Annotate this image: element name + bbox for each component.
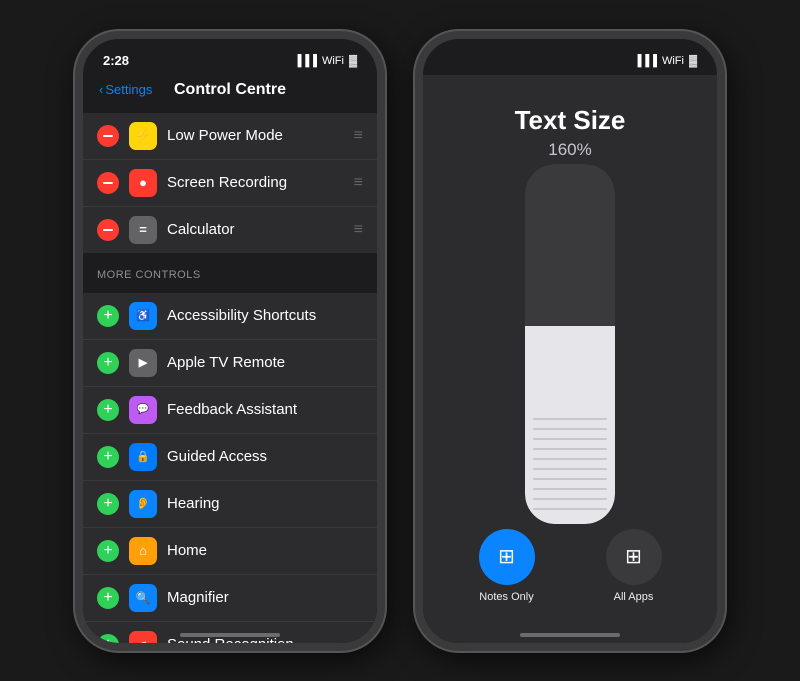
slider-line <box>533 508 607 510</box>
drag-handle-low-power[interactable]: ≡ <box>354 127 363 145</box>
status-bar-1: 2:28 ▐▐▐ WiFi ▓ <box>83 39 377 75</box>
more-controls-list: ♿ Accessibility Shortcuts ▶ Apple TV Rem… <box>83 293 377 643</box>
add-button-guided-access[interactable] <box>97 446 119 468</box>
control-name-home: Home <box>167 542 363 559</box>
battery-icon: ▓ <box>349 55 357 67</box>
nav-bar-1: ‹ Settings Control Centre <box>83 75 377 105</box>
low-power-icon: ⚡ <box>129 122 157 150</box>
home-indicator-1 <box>180 633 280 637</box>
text-size-percent: 160% <box>548 140 591 160</box>
slider-line <box>533 448 607 450</box>
text-size-title: Text Size <box>515 105 626 136</box>
add-button-hearing[interactable] <box>97 493 119 515</box>
control-name-feedback-assistant: Feedback Assistant <box>167 401 363 418</box>
screen-recording-icon: ● <box>129 169 157 197</box>
control-item-home[interactable]: ⌂ Home <box>83 528 377 575</box>
calculator-icon: = <box>129 216 157 244</box>
control-name-apple-tv-remote: Apple TV Remote <box>167 354 363 371</box>
notes-layers-icon: ⊞ <box>498 544 515 569</box>
guided-access-icon: 🔒 <box>129 443 157 471</box>
control-item-magnifier[interactable]: 🔍 Magnifier <box>83 575 377 622</box>
phone-2: ▐▐▐ WiFi ▓ Text Size 160% <box>415 31 725 651</box>
control-item-apple-tv-remote[interactable]: ▶ Apple TV Remote <box>83 340 377 387</box>
slider-line <box>533 428 607 430</box>
wifi-icon-2: WiFi <box>662 55 684 67</box>
wifi-icon: WiFi <box>322 55 344 67</box>
home-indicator-2 <box>520 633 620 637</box>
control-item-guided-access[interactable]: 🔒 Guided Access <box>83 434 377 481</box>
control-item-feedback-assistant[interactable]: 💬 Feedback Assistant <box>83 387 377 434</box>
hearing-icon: 👂 <box>129 490 157 518</box>
control-item-hearing[interactable]: 👂 Hearing <box>83 481 377 528</box>
slider-light-region <box>525 326 615 524</box>
notes-only-label: Notes Only <box>479 591 533 603</box>
remove-button-low-power[interactable] <box>97 125 119 147</box>
control-name-sound-recognition: Sound Recognition <box>167 636 363 643</box>
slider-line <box>533 498 607 500</box>
slider-line <box>533 468 607 470</box>
all-apps-circle: ⊞ <box>606 529 662 585</box>
more-controls-label: MORE CONTROLS <box>83 261 377 285</box>
add-button-accessibility[interactable] <box>97 305 119 327</box>
slider-line <box>533 438 607 440</box>
signal-icon: ▐▐▐ <box>294 55 317 67</box>
remove-button-screen-recording[interactable] <box>97 172 119 194</box>
control-name-calculator: Calculator <box>167 221 344 238</box>
add-button-sound-recognition[interactable] <box>97 634 119 643</box>
drag-handle-screen-recording[interactable]: ≡ <box>354 174 363 192</box>
status-icons-1: ▐▐▐ WiFi ▓ <box>294 55 357 67</box>
control-name-guided-access: Guided Access <box>167 448 363 465</box>
control-item-calculator[interactable]: = Calculator ≡ <box>83 207 377 253</box>
status-time-1: 2:28 <box>103 53 129 68</box>
phone-1: 2:28 ▐▐▐ WiFi ▓ ‹ Settings Control Centr… <box>75 31 385 651</box>
slider-line <box>533 458 607 460</box>
included-controls-list: ⚡ Low Power Mode ≡ ● Screen Recording ≡ … <box>83 113 377 253</box>
all-apps-label: All Apps <box>614 591 654 603</box>
control-name-accessibility-shortcuts: Accessibility Shortcuts <box>167 307 363 324</box>
drag-handle-calculator[interactable]: ≡ <box>354 221 363 239</box>
page-title: Control Centre <box>174 81 286 99</box>
phone2-content: Text Size 160% <box>423 75 717 643</box>
slider-dark-region <box>525 164 615 326</box>
all-apps-button[interactable]: ⊞ All Apps <box>606 529 662 603</box>
slider-line <box>533 478 607 480</box>
add-button-home[interactable] <box>97 540 119 562</box>
text-size-slider[interactable] <box>525 164 615 524</box>
control-item-screen-recording[interactable]: ● Screen Recording ≡ <box>83 160 377 207</box>
control-name-magnifier: Magnifier <box>167 589 363 606</box>
control-item-low-power[interactable]: ⚡ Low Power Mode ≡ <box>83 113 377 160</box>
slider-lines <box>525 412 615 524</box>
signal-icon-2: ▐▐▐ <box>634 55 657 67</box>
feedback-assistant-icon: 💬 <box>129 396 157 424</box>
home-icon: ⌂ <box>129 537 157 565</box>
all-apps-layers-icon: ⊞ <box>625 544 642 569</box>
remove-button-calculator[interactable] <box>97 219 119 241</box>
slider-container <box>423 160 717 529</box>
status-bar-2: ▐▐▐ WiFi ▓ <box>423 39 717 75</box>
back-button[interactable]: ‹ Settings <box>99 82 152 97</box>
status-icons-2: ▐▐▐ WiFi ▓ <box>634 55 697 67</box>
back-label[interactable]: Settings <box>105 82 152 97</box>
control-name-hearing: Hearing <box>167 495 363 512</box>
slider-line <box>533 488 607 490</box>
apple-tv-remote-icon: ▶ <box>129 349 157 377</box>
accessibility-shortcuts-icon: ♿ <box>129 302 157 330</box>
battery-icon-2: ▓ <box>689 55 697 67</box>
phone1-content: ‹ Settings Control Centre ⚡ Low Power Mo… <box>83 75 377 643</box>
sound-recognition-icon: ♫ <box>129 631 157 643</box>
notes-only-button[interactable]: ⊞ Notes Only <box>479 529 535 603</box>
control-item-accessibility-shortcuts[interactable]: ♿ Accessibility Shortcuts <box>83 293 377 340</box>
chevron-left-icon: ‹ <box>99 82 103 97</box>
magnifier-icon: 🔍 <box>129 584 157 612</box>
control-name-screen-recording: Screen Recording <box>167 174 344 191</box>
add-button-magnifier[interactable] <box>97 587 119 609</box>
add-button-apple-tv[interactable] <box>97 352 119 374</box>
slider-line <box>533 418 607 420</box>
notes-only-circle: ⊞ <box>479 529 535 585</box>
add-button-feedback[interactable] <box>97 399 119 421</box>
control-name-low-power: Low Power Mode <box>167 127 344 144</box>
bottom-buttons: ⊞ Notes Only ⊞ All Apps <box>423 529 717 643</box>
